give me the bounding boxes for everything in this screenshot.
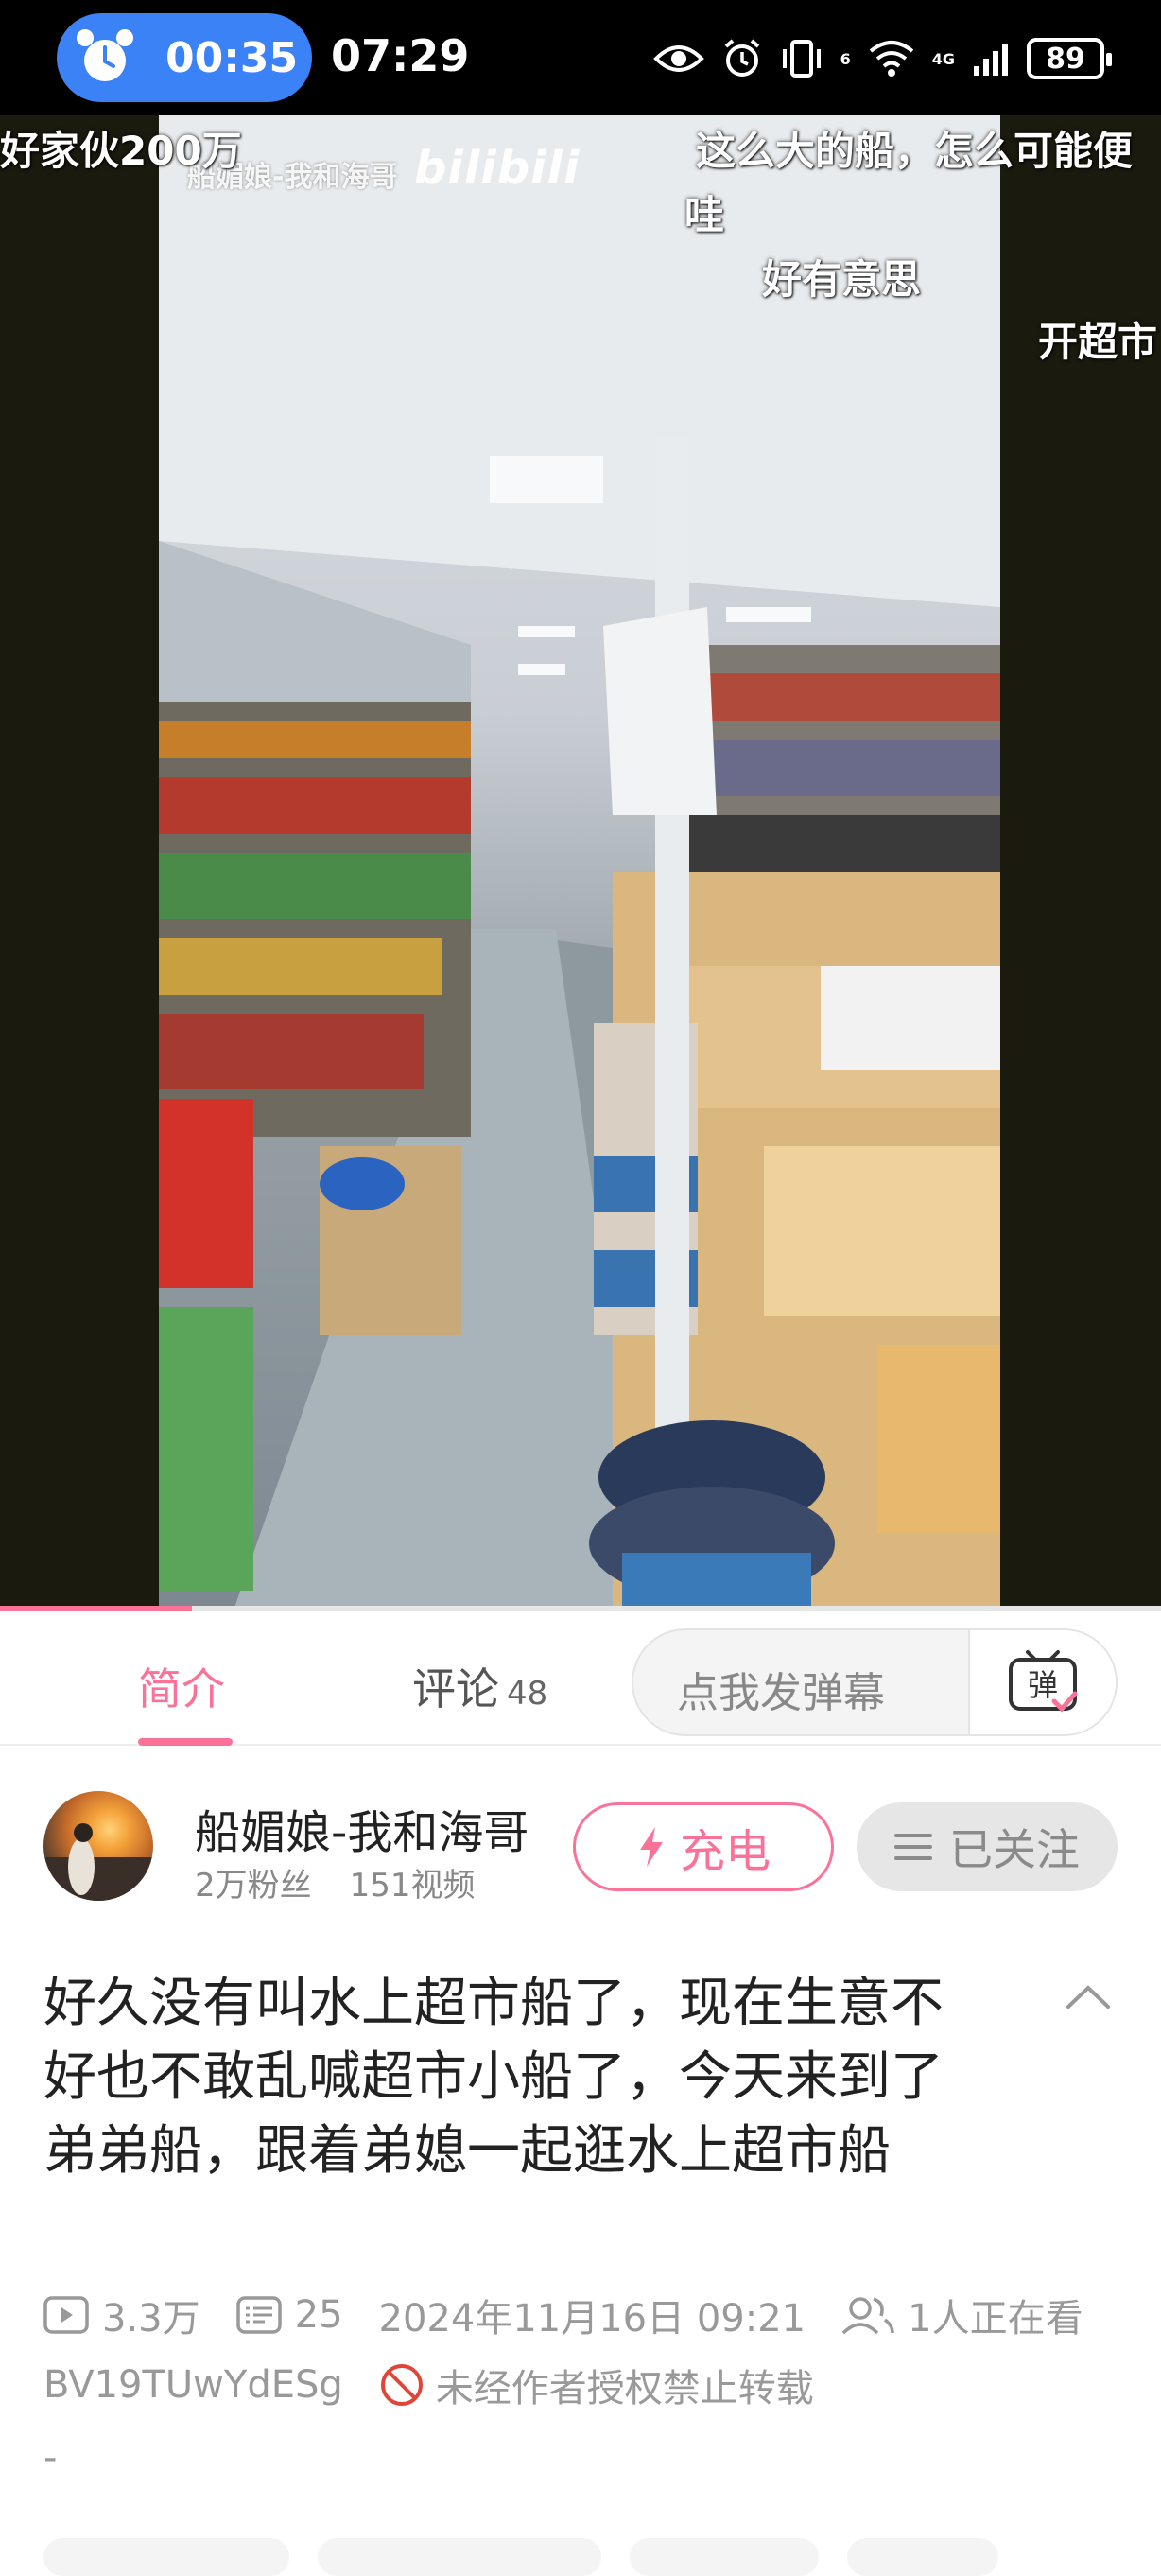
tag-chip[interactable] <box>630 2538 819 2576</box>
tag-chips-row <box>43 2538 1121 2576</box>
danmaku-comment: 哇 <box>684 192 725 238</box>
lightning-icon <box>639 1827 663 1867</box>
video-scene <box>159 115 1000 1608</box>
tab-comments-label: 评论 <box>412 1663 499 1714</box>
uploader-row: 船媚娘-我和海哥 2万粉丝 151视频 充电 已关注 <box>0 1746 1161 1916</box>
danmaku-toggle-label: 弹 <box>1028 1667 1058 1703</box>
video-title: 好久没有叫水上超市船了，现在生意不好也不敢乱喊超市小船了，今天来到了弟弟船，跟着… <box>43 1973 944 2182</box>
charge-label: 充电 <box>679 1825 771 1878</box>
publish-time: 2024年11月16日 09:21 <box>378 2297 806 2341</box>
tag-chip[interactable] <box>318 2538 601 2576</box>
timer-text: 00:35 <box>165 34 299 82</box>
follow-button[interactable]: 已关注 <box>857 1802 1118 1891</box>
follow-label: 已关注 <box>949 1824 1080 1875</box>
danmaku-comment: 开超市 <box>1038 319 1158 365</box>
tab-comments[interactable]: 评论 48 <box>412 1655 547 1717</box>
bilibili-logo: bilibili <box>414 142 580 195</box>
video-meta: 3.3万 25 2024年11月16日 09:21 1人正在看 <box>43 2287 1083 2343</box>
tab-bar: 简介 评论 48 点我发弹幕 弹 <box>0 1611 1161 1746</box>
wifi-icon <box>869 41 914 77</box>
danmaku-count-icon <box>235 2296 282 2334</box>
video-frame[interactable]: 船媚娘-我和海哥 bilibili <box>159 115 1000 1608</box>
bvid-row: BV19TUwYdESg 未经作者授权禁止转载 <box>43 2357 814 2413</box>
tag-chip[interactable] <box>43 2538 289 2576</box>
view-count: 3.3万 <box>102 2297 200 2341</box>
viewers-icon <box>841 2297 894 2335</box>
alarm-icon <box>724 39 759 77</box>
danmaku-toggle-button[interactable]: 弹 <box>968 1630 1116 1734</box>
tab-intro[interactable]: 简介 <box>138 1655 225 1717</box>
battery-level: 89 <box>1046 42 1085 76</box>
vibrate-icon <box>782 40 821 78</box>
alarm-clock-icon <box>77 29 133 81</box>
charge-button[interactable]: 充电 <box>573 1802 834 1891</box>
active-tab-indicator <box>138 1738 233 1746</box>
tab-intro-label: 简介 <box>138 1663 225 1714</box>
uploader-stats: 2万粉丝 151视频 <box>195 1859 476 1906</box>
sim-label: 6 <box>840 49 851 68</box>
danmaku-comment: 好家伙200万 <box>0 128 242 174</box>
signal-icon <box>974 44 1008 76</box>
avatar[interactable] <box>43 1791 153 1901</box>
danmaku-comment: 好有意思 <box>762 256 922 303</box>
danmaku-placeholder: 点我发弹幕 <box>677 1669 885 1717</box>
fans-count: 2万粉丝 <box>195 1867 312 1905</box>
clock: 07:29 <box>331 30 470 81</box>
system-icons: 6 4G 89 <box>652 32 1112 85</box>
battery-indicator: 89 <box>1027 38 1112 79</box>
uploader-name[interactable]: 船媚娘-我和海哥 <box>195 1795 529 1861</box>
status-bar: 00:35 07:29 6 4G 89 <box>0 0 1161 115</box>
danmaku-count: 25 <box>294 2293 343 2337</box>
danmaku-comment: 这么大的船，怎么可能便 <box>696 128 1134 174</box>
timer-pill[interactable]: 00:35 <box>57 13 312 102</box>
extra-text: - <box>43 2436 58 2480</box>
avatar-image <box>43 1823 153 1901</box>
menu-icon <box>894 1834 932 1860</box>
chevron-up-icon[interactable] <box>1065 1982 1112 2010</box>
play-count-icon <box>43 2296 89 2334</box>
eye-icon <box>652 45 704 72</box>
danmaku-input[interactable]: 点我发弹幕 弹 <box>632 1628 1118 1736</box>
repost-notice: 未经作者授权禁止转载 <box>435 2367 814 2411</box>
danmaku-tv-icon: 弹 <box>1009 1650 1078 1713</box>
bvid[interactable]: BV19TUwYdESg <box>43 2363 343 2407</box>
tag-chip[interactable] <box>847 2538 998 2576</box>
comment-count: 48 <box>507 1675 548 1713</box>
video-player[interactable]: 船媚娘-我和海哥 bilibili 好家伙200万 这么大的船，怎么可能便 哇 … <box>0 115 1161 1608</box>
network-label: 4G <box>931 49 955 68</box>
watching-now: 1人正在看 <box>908 2297 1083 2341</box>
video-count: 151视频 <box>349 1867 476 1905</box>
no-repost-icon <box>380 2364 423 2406</box>
